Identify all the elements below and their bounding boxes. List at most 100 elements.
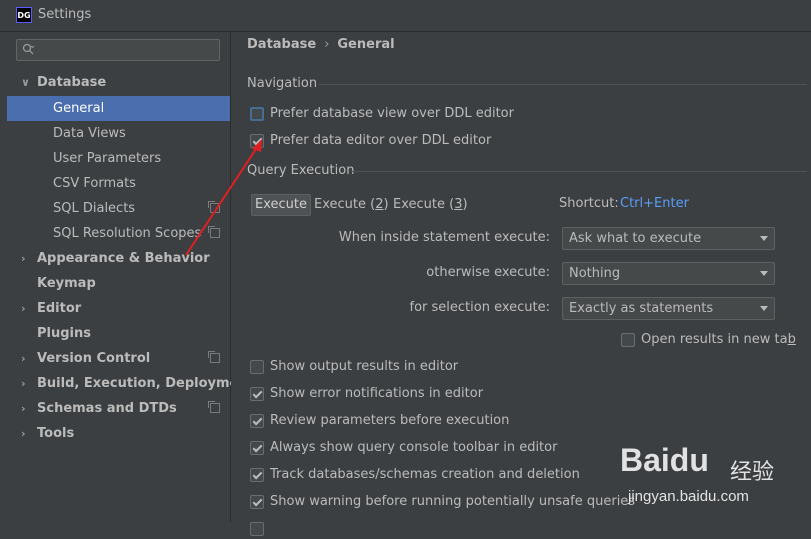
checkbox-label: Prefer database view over DDL editor [270,106,514,121]
sidebar-item-label: Database [37,75,107,90]
project-settings-icon [208,401,220,413]
chevron-right-icon: › [21,402,26,415]
otherwise-execute-select[interactable]: Nothing [562,262,775,285]
datagrip-logo-icon: DG [16,7,32,23]
tab-label-suffix: ) [383,197,389,212]
navigation-section-title: Navigation [247,76,318,91]
search-input[interactable] [16,39,220,61]
sidebar-item-plugins[interactable]: Plugins [0,321,230,346]
inside-statement-label: When inside statement execute: [338,230,550,245]
tab-execute-2[interactable]: Execute (2) [311,194,392,216]
tab-label: Execute ( [393,197,455,212]
sidebar-item-schemas-and-dtds[interactable]: › Schemas and DTDs [0,396,230,421]
watermark-jingyan: 经验 [730,460,775,485]
checkbox[interactable] [621,333,635,347]
sidebar-item-label: Schemas and DTDs [37,401,177,416]
tab-label-suffix: ) [462,197,468,212]
checkbox[interactable] [250,441,264,455]
sidebar-item-editor[interactable]: › Editor [0,296,230,321]
tab-execute[interactable]: Execute [251,194,311,216]
sidebar-item-label: SQL Resolution Scopes [53,226,202,241]
breadcrumb-current: General [337,37,395,52]
watermark-url: jingyan.baidu.com [628,488,749,505]
checkbox[interactable] [250,134,264,148]
sidebar-item-build-execution-deployment[interactable]: › Build, Execution, Deployment [0,371,254,396]
sidebar-item-keymap[interactable]: Keymap [0,271,230,296]
selection-execute-label: for selection execute: [409,300,551,315]
chevron-right-icon: › [21,427,26,440]
section-divider [351,171,807,172]
sidebar-item-label: Plugins [37,326,91,341]
shortcut-label: Shortcut: [559,196,619,211]
sidebar-item-label: Data Views [53,126,126,141]
project-settings-icon [208,351,220,363]
checkbox-label: Always show query console toolbar in edi… [270,440,558,455]
checkbox[interactable] [250,360,264,374]
sidebar-item-label: Appearance & Behavior [37,251,210,266]
sidebar-item-database[interactable]: ∨ Database [0,70,230,95]
sidebar-item-version-control[interactable]: › Version Control [0,346,230,371]
chevron-right-icon: › [21,252,26,265]
search-icon [22,43,35,55]
baidu-logo: Baidu [620,442,709,479]
sidebar-item-data-views[interactable]: Data Views [0,121,230,146]
checkbox-label: Show warning before running potentially … [270,494,636,509]
sidebar-item-sql-resolution-scopes[interactable]: SQL Resolution Scopes [0,221,230,246]
sidebar-item-label: Editor [37,301,82,316]
sidebar-item-tools[interactable]: › Tools [0,421,230,446]
tab-execute-3[interactable]: Execute (3) [390,194,471,216]
checkbox-label: Show error notifications in editor [270,386,484,401]
otherwise-execute-label: otherwise execute: [426,265,550,280]
settings-sidebar: ∨ Database General Data Views User Param… [0,32,254,522]
project-settings-icon [208,201,220,213]
sidebar-item-label: Keymap [37,276,96,291]
watermark-logo-text: Bai [620,442,670,478]
breadcrumb-separator: › [324,37,330,52]
checkbox-label: Open results in new tab [641,330,796,350]
watermark-paw-text: du [669,442,709,478]
checkbox-mnemonic: b [787,332,796,347]
select-value: Ask what to execute [569,231,702,246]
chevron-right-icon: › [21,302,26,315]
inside-statement-select[interactable]: Ask what to execute [562,227,775,250]
selection-execute-select[interactable]: Exactly as statements [562,297,775,320]
sidebar-item-user-parameters[interactable]: User Parameters [0,146,230,171]
shortcut-link[interactable]: Ctrl+Enter [620,196,689,211]
checkbox-label: Track databases/schemas creation and del… [270,467,580,482]
tab-label: Execute ( [314,197,376,212]
checkbox[interactable] [250,387,264,401]
checkbox[interactable] [250,468,264,482]
checkbox-label: Review parameters before execution [270,413,510,428]
section-divider [319,84,807,85]
select-value: Nothing [569,266,621,281]
select-value: Exactly as statements [569,301,714,316]
chevron-down-icon [760,236,768,241]
sidebar-item-label: Build, Execution, Deployment [37,376,254,391]
sidebar-item-label: Tools [37,426,75,441]
checkbox[interactable] [250,495,264,509]
breadcrumb-parent[interactable]: Database [247,37,316,52]
checkbox-label: Show output results in editor [270,359,459,374]
checkbox[interactable] [250,522,264,536]
checkbox-label-text: Open results in new ta [641,332,788,347]
checkbox[interactable] [250,107,264,121]
title-bar: DG Settings [0,0,811,32]
query-execution-section-title: Query Execution [247,163,355,178]
breadcrumb: Database › General [247,37,395,52]
sidebar-item-csv-formats[interactable]: CSV Formats [0,171,230,196]
project-settings-icon [208,226,220,238]
window-title: Settings [38,7,92,22]
checkbox-label: Prefer data editor over DDL editor [270,133,492,148]
sidebar-item-label: SQL Dialects [53,201,136,216]
sidebar-item-appearance-behavior[interactable]: › Appearance & Behavior [0,246,230,271]
sidebar-item-general[interactable]: General [7,96,230,121]
checkbox[interactable] [250,414,264,428]
chevron-right-icon: › [21,377,26,390]
sidebar-item-label: CSV Formats [53,176,136,191]
sidebar-item-label: User Parameters [53,151,162,166]
chevron-down-icon: ∨ [21,76,30,89]
sidebar-item-sql-dialects[interactable]: SQL Dialects [0,196,230,221]
chevron-down-icon [760,271,768,276]
sidebar-item-label: General [53,101,105,116]
sidebar-item-label: Version Control [37,351,151,366]
